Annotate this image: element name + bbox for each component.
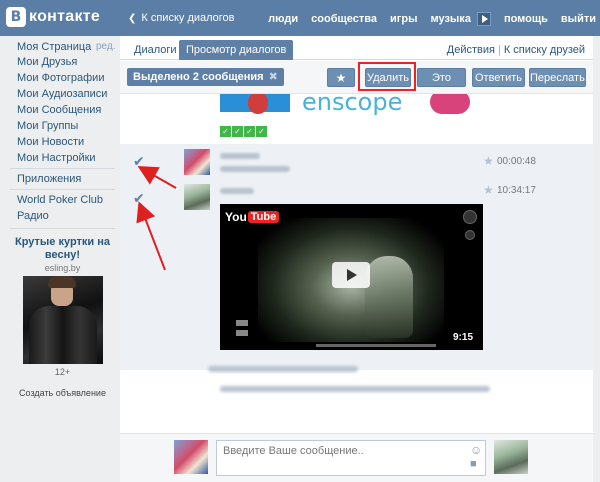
- forward-button[interactable]: Переслать..: [529, 68, 591, 87]
- sidebar-item-friends[interactable]: Мои Друзья: [17, 56, 77, 68]
- avatar[interactable]: [184, 184, 210, 210]
- sidebar-item-settings[interactable]: Мои Настройки: [17, 152, 96, 164]
- actions-link[interactable]: Действия: [447, 44, 495, 56]
- message-time: 10:34:17: [497, 185, 536, 196]
- video-duration: 9:15: [450, 332, 475, 343]
- main-panel: Диалоги Просмотр диалогов Действия | К спи…: [120, 36, 593, 482]
- sticker-brand-fragment: enscope: [302, 94, 403, 116]
- ad-jacket: [29, 306, 97, 364]
- sidebar-app-radio[interactable]: Радио: [17, 210, 49, 222]
- sender-name-blurred: [220, 188, 254, 194]
- sidebar-divider: [10, 168, 115, 169]
- play-icon: [347, 269, 357, 281]
- selected-count-label: Выделено 2 сообщения: [133, 71, 264, 83]
- message-composer: Введите Ваше сообщение.. ☺ ■: [120, 433, 593, 482]
- sidebar-divider: [10, 228, 115, 229]
- ad-site: esling.by: [44, 263, 81, 273]
- sidebar-item-apps[interactable]: Приложения: [17, 173, 81, 185]
- vk-logo-text: контакте: [29, 8, 101, 25]
- check-row: ✓ ✓ ✓ ✓: [220, 126, 268, 137]
- nav-games[interactable]: игры: [390, 13, 417, 25]
- video-attachment[interactable]: You Tube 9:15: [220, 204, 483, 350]
- sidebar-item-messages[interactable]: Мои Сообщения: [17, 104, 101, 116]
- selected-check-icon[interactable]: ✔: [133, 190, 145, 207]
- music-play-button[interactable]: [476, 12, 491, 26]
- friends-list-link[interactable]: К списку друзей: [504, 44, 585, 56]
- message-text-blurred: [208, 366, 358, 372]
- create-ad-link[interactable]: Создать объявление: [10, 388, 115, 398]
- sidebar-item-my-page[interactable]: Моя Страница: [17, 41, 91, 53]
- check-icon: ✓: [220, 126, 231, 137]
- star-icon[interactable]: ★: [483, 154, 494, 168]
- vk-logo[interactable]: В контакте: [6, 7, 100, 27]
- check-icon: ✓: [232, 126, 243, 137]
- nav-logout[interactable]: выйти: [561, 13, 596, 25]
- top-header: В контакте ❮ К списку диалогов люди сооб…: [0, 0, 600, 36]
- back-to-dialogs-label: К списку диалогов: [141, 12, 235, 24]
- youtube-logo: You Tube: [225, 210, 280, 224]
- sticker-red-shape: [248, 94, 268, 114]
- star-icon[interactable]: ★: [483, 183, 494, 197]
- message-input[interactable]: Введите Ваше сообщение..: [216, 440, 486, 476]
- clear-selection-icon[interactable]: ✖: [269, 68, 278, 86]
- nav-people[interactable]: люди: [268, 13, 298, 25]
- sidebar-item-news[interactable]: Мои Новости: [17, 136, 84, 148]
- sidebar-item-audio[interactable]: Мои Аудиозаписи: [17, 88, 107, 100]
- sidebar-divider: [10, 189, 115, 190]
- tab-dialogs[interactable]: Диалоги: [134, 44, 177, 56]
- ad-hair: [48, 276, 76, 288]
- reply-button[interactable]: Ответить: [472, 68, 525, 87]
- star-button[interactable]: ★: [327, 68, 355, 87]
- sender-name-blurred: [220, 153, 260, 159]
- ad-title[interactable]: Крутые куртки на весну!: [10, 236, 115, 262]
- sticker-pink-shape: [430, 94, 470, 114]
- message-text-blurred: [220, 166, 290, 172]
- smile-icon[interactable]: ☺: [470, 443, 482, 457]
- selected-check-icon[interactable]: ✔: [133, 153, 145, 170]
- video-caption-strip: [316, 344, 436, 347]
- separator: |: [497, 44, 501, 56]
- message-text-blurred: [220, 386, 490, 392]
- back-to-dialogs-link[interactable]: ❮ К списку диалогов: [128, 12, 235, 24]
- youtube-logo-you: You: [225, 210, 247, 224]
- sidebar-item-groups[interactable]: Мои Группы: [17, 120, 78, 132]
- video-channel-icon[interactable]: [463, 210, 477, 224]
- tabs-right-links: Действия | К списку друзей: [447, 44, 585, 56]
- my-avatar[interactable]: [174, 440, 208, 474]
- video-overlay-mark: [236, 320, 248, 326]
- nav-help[interactable]: помощь: [504, 13, 548, 25]
- message-time: 00:00:48: [497, 156, 536, 167]
- message-row[interactable]: ✔ ★ 00:00:48: [120, 144, 593, 180]
- chevron-left-icon: ❮: [128, 12, 137, 24]
- delete-highlight-box: [358, 62, 416, 91]
- tabs-bar: Диалоги Просмотр диалогов Действия | К спи…: [120, 36, 593, 60]
- check-icon: ✓: [244, 126, 255, 137]
- ad-age-rating: 12+: [54, 367, 71, 377]
- selection-toolbar: Выделено 2 сообщения ✖ ★ Удалить Это спа…: [120, 61, 593, 103]
- camera-icon[interactable]: ■: [470, 458, 477, 470]
- nav-music[interactable]: музыка: [430, 13, 470, 25]
- spam-button[interactable]: Это спам: [417, 68, 466, 103]
- vk-logo-icon: В: [6, 7, 26, 27]
- sidebar-app-poker[interactable]: World Poker Club: [17, 194, 103, 206]
- play-icon: [481, 15, 488, 23]
- video-menu-icon[interactable]: [465, 230, 475, 240]
- companion-avatar[interactable]: [494, 440, 528, 474]
- video-overlay-mark: [236, 330, 248, 336]
- sidebar-edit-link[interactable]: ред.: [96, 41, 116, 52]
- tab-view-dialogs[interactable]: Просмотр диалогов: [179, 40, 294, 60]
- ad-image[interactable]: [23, 276, 103, 364]
- nav-communities[interactable]: сообщества: [311, 13, 377, 25]
- video-figure: [365, 256, 413, 338]
- top-nav: люди сообщества игры музыка помощь выйти: [255, 12, 596, 26]
- sidebar-item-photos[interactable]: Мои Фотографии: [17, 72, 104, 84]
- selected-count-badge: Выделено 2 сообщения ✖: [127, 68, 284, 86]
- avatar[interactable]: [184, 149, 210, 175]
- sticker-image: enscope: [220, 94, 480, 150]
- youtube-logo-tube: Tube: [247, 211, 280, 223]
- check-icon: ✓: [256, 126, 267, 137]
- video-play-button[interactable]: [332, 262, 370, 288]
